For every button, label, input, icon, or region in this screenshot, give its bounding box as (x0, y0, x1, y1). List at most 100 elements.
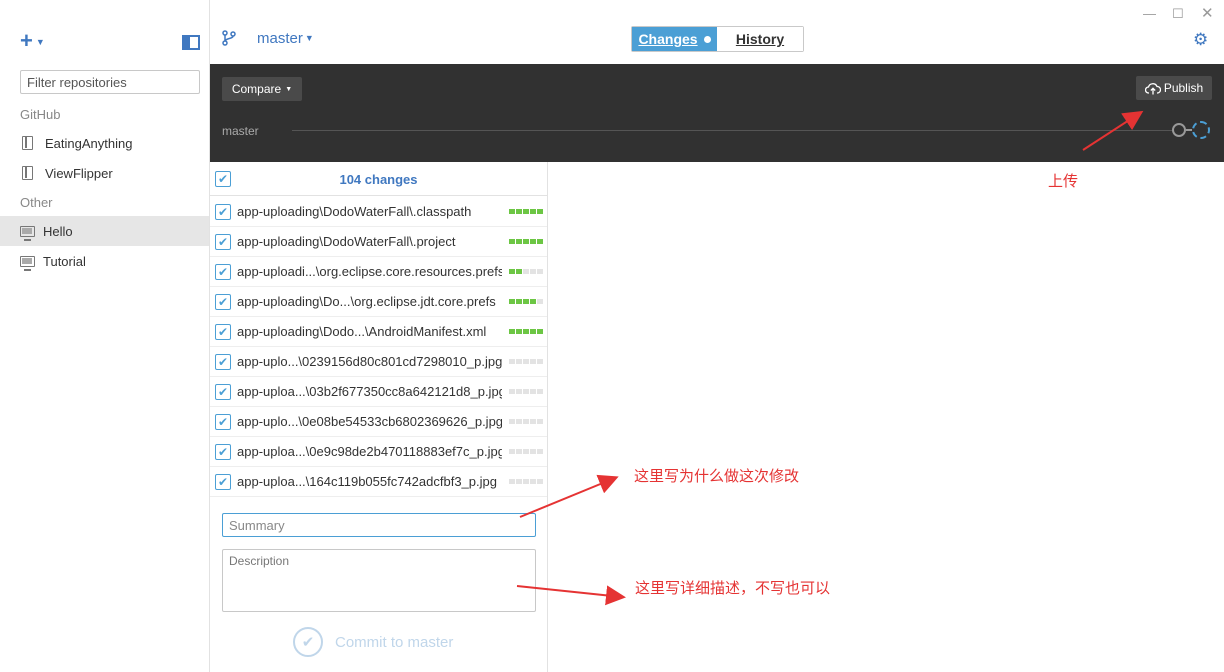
minimize-icon[interactable]: — (1143, 6, 1156, 21)
commit-button[interactable]: ✔ Commit to master (293, 627, 453, 657)
tab-changes-label: Changes (638, 31, 698, 47)
diff-stat-block (516, 269, 522, 274)
diff-stat-block (516, 359, 522, 364)
settings-gear-icon[interactable]: ⚙ (1193, 30, 1208, 50)
commit-node-icon[interactable] (1172, 123, 1186, 137)
changes-header: ✔ 104 changes (210, 162, 547, 196)
diff-stat-block (516, 209, 522, 214)
file-checkbox[interactable]: ✔ (215, 353, 231, 370)
file-row[interactable]: ✔ app-uploading\DodoWaterFall\.project (210, 227, 547, 257)
changes-indicator-dot-icon (703, 35, 711, 43)
file-path: app-uploa...\164c119b055fc742adcfbf3_p.j… (237, 474, 497, 489)
file-path: app-uplo...\0239156d80c801cd7298010_p.jp… (237, 354, 502, 369)
diff-stat-block (537, 239, 543, 244)
file-path: app-uploading\DodoWaterFall\.project (237, 234, 456, 249)
repo-item-label: Tutorial (43, 253, 86, 269)
diff-stat-block (537, 419, 543, 424)
file-checkbox[interactable]: ✔ (215, 203, 231, 220)
publish-button[interactable]: Publish (1136, 76, 1212, 100)
changes-panel: ✔ 104 changes ✔ app-uploading\DodoWaterFa… (210, 162, 548, 672)
diff-stat-block (537, 449, 543, 454)
diff-stat-block (530, 269, 536, 274)
diff-stat-bar (509, 389, 543, 394)
repo-item-eatinganything[interactable]: EatingAnything (0, 128, 209, 158)
diff-stat-block (509, 359, 515, 364)
repo-item-viewflipper[interactable]: ViewFlipper (0, 158, 209, 188)
publish-label: Publish (1163, 81, 1204, 95)
file-row[interactable]: ✔ app-uploa...\03b2f677350cc8a642121d8_p.… (210, 377, 547, 407)
file-checkbox[interactable]: ✔ (215, 263, 231, 280)
changed-files-list: ✔ app-uploading\DodoWaterFall\.classpath ✔… (210, 197, 547, 497)
repo-book-icon (22, 166, 33, 180)
file-checkbox[interactable]: ✔ (215, 323, 231, 340)
diff-stat-block (530, 359, 536, 364)
file-checkbox[interactable]: ✔ (215, 233, 231, 250)
file-row[interactable]: ✔ app-uploading\Dodo...\AndroidManifest.x… (210, 317, 547, 347)
compare-button[interactable]: Compare ▼ (222, 77, 302, 101)
diff-stat-block (530, 329, 536, 334)
diff-stat-block (530, 419, 536, 424)
cloud-upload-icon (1144, 82, 1161, 94)
tab-history[interactable]: History (717, 27, 803, 51)
file-checkbox[interactable]: ✔ (215, 383, 231, 400)
file-path: app-uploading\Do...\org.eclipse.jdt.core… (237, 294, 496, 309)
close-icon[interactable]: ✕ (1201, 4, 1214, 22)
file-row[interactable]: ✔ app-uplo...\0e08be54533cb6802369626_p.j… (210, 407, 547, 437)
compare-label: Compare (231, 82, 282, 96)
diff-stat-block (523, 479, 529, 484)
file-path: app-uploading\Dodo...\AndroidManifest.xm… (237, 324, 487, 339)
diff-stat-block (530, 239, 536, 244)
diff-stat-block (537, 269, 543, 274)
diff-stat-block (523, 389, 529, 394)
diff-stat-block (530, 209, 536, 214)
branch-icon (222, 30, 236, 46)
file-checkbox[interactable]: ✔ (215, 443, 231, 460)
file-row[interactable]: ✔ app-uploa...\164c119b055fc742adcfbf3_p.… (210, 467, 547, 497)
diff-stat-block (523, 299, 529, 304)
file-checkbox[interactable]: ✔ (215, 413, 231, 430)
diff-stat-block (523, 239, 529, 244)
publish-annotation: 上传 (1048, 172, 1079, 190)
filter-repositories-input[interactable] (20, 70, 200, 94)
diff-stat-block (523, 359, 529, 364)
description-field[interactable] (222, 549, 536, 612)
file-path: app-uplo...\0e08be54533cb6802369626_p.jp… (237, 414, 502, 429)
diff-stat-block (509, 299, 515, 304)
diff-stat-block (537, 299, 543, 304)
timeline-track (292, 130, 1172, 131)
monitor-icon (20, 255, 35, 271)
diff-stat-block (530, 449, 536, 454)
tab-changes[interactable]: Changes (632, 27, 717, 51)
sidebar-toggle-icon[interactable] (182, 35, 200, 50)
file-row[interactable]: ✔ app-uploa...\0e9c98de2b470118883ef7c_p.… (210, 437, 547, 467)
file-row[interactable]: ✔ app-uploadi...\org.eclipse.core.resourc… (210, 257, 547, 287)
file-row[interactable]: ✔ app-uploading\DodoWaterFall\.classpath (210, 197, 547, 227)
file-path: app-uploadi...\org.eclipse.core.resource… (237, 264, 502, 279)
file-row[interactable]: ✔ app-uplo...\0239156d80c801cd7298010_p.j… (210, 347, 547, 377)
description-annotation: 这里写详细描述，不写也可以 (635, 579, 831, 597)
add-repository-button[interactable]: + ▼ (20, 30, 45, 52)
diff-stat-bar (509, 479, 543, 484)
file-checkbox[interactable]: ✔ (215, 473, 231, 490)
file-checkbox[interactable]: ✔ (215, 293, 231, 310)
diff-stat-block (530, 389, 536, 394)
repo-item-hello[interactable]: Hello (0, 216, 209, 246)
diff-stat-block (509, 209, 515, 214)
file-row[interactable]: ✔ app-uploading\Do...\org.eclipse.jdt.cor… (210, 287, 547, 317)
caret-down-icon: ▼ (285, 85, 293, 93)
section-label-other: Other (20, 195, 53, 210)
file-path: app-uploa...\03b2f677350cc8a642121d8_p.j… (237, 384, 502, 399)
branch-timeline-bar: Compare ▼ Publish master (210, 64, 1224, 162)
summary-input[interactable] (222, 513, 536, 537)
diff-stat-block (509, 269, 515, 274)
diff-stat-block (516, 389, 522, 394)
diff-stat-bar (509, 239, 543, 244)
maximize-icon[interactable]: ☐ (1172, 6, 1184, 22)
diff-stat-block (509, 419, 515, 424)
diff-stat-bar (509, 449, 543, 454)
repo-item-tutorial[interactable]: Tutorial (0, 246, 209, 276)
branch-name-label: master (257, 30, 303, 47)
pending-commit-node-icon[interactable] (1192, 121, 1210, 139)
repo-item-label: Hello (43, 223, 73, 239)
branch-selector[interactable]: master ▼ (257, 30, 314, 47)
